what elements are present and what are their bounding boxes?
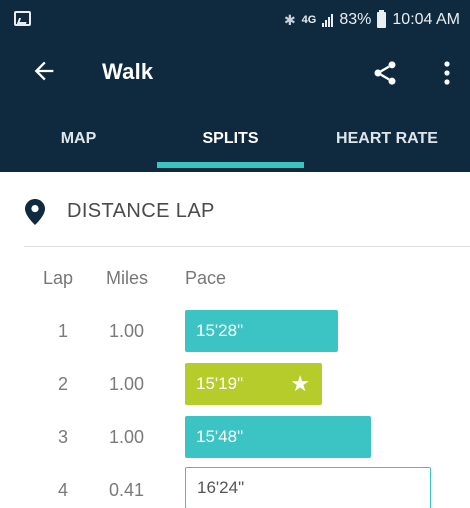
- lap-miles: 1.00: [109, 427, 145, 447]
- pace-value: 15'28": [196, 321, 244, 340]
- battery-percent: 83%: [339, 11, 372, 28]
- tab-heart-rate[interactable]: HEART RATE: [304, 106, 470, 172]
- clock: 10:04 AM: [392, 11, 460, 28]
- lap-miles: 1.00: [109, 321, 145, 341]
- divider: [24, 246, 470, 247]
- lap-miles: 1.00: [109, 374, 145, 394]
- lap-number: 2: [58, 374, 69, 394]
- pace-value: 16'24": [197, 478, 245, 497]
- lap-miles: 0.41: [109, 480, 145, 500]
- location-pin-icon: [25, 199, 45, 225]
- tab-map[interactable]: MAP: [0, 106, 157, 172]
- lap-number: 1: [58, 321, 69, 341]
- status-bar: ✱ 4G 83% 10:04 AM: [0, 0, 470, 40]
- signal-icon: [322, 13, 334, 27]
- pace-bar: 15'48": [185, 416, 371, 458]
- page-title: Walk: [102, 59, 154, 84]
- star-icon: ★: [290, 371, 310, 396]
- active-tab-indicator: [157, 162, 304, 168]
- pace-bar-best: 15'19" ★: [185, 363, 322, 405]
- lap-number: 3: [58, 427, 69, 447]
- distance-lap-section: DISTANCE LAP: [0, 172, 470, 247]
- app-bar: Walk: [0, 40, 470, 106]
- battery-icon: [377, 10, 387, 28]
- column-header-miles: Miles: [106, 268, 149, 288]
- share-icon[interactable]: [371, 59, 399, 87]
- back-arrow-icon[interactable]: [30, 57, 58, 85]
- pace-bar-partial: 16'24": [185, 467, 431, 508]
- section-title: DISTANCE LAP: [67, 200, 215, 222]
- lap-number: 4: [58, 480, 69, 500]
- status-bar-right: ✱ 4G 83% 10:04 AM: [284, 0, 460, 40]
- more-vert-icon[interactable]: [437, 60, 457, 86]
- column-header-pace: Pace: [185, 268, 227, 288]
- pace-bar: 15'28": [185, 310, 338, 352]
- image-icon: [14, 11, 31, 26]
- pace-value: 15'19": [196, 374, 244, 393]
- bluetooth-icon: ✱: [283, 11, 296, 28]
- column-header-lap: Lap: [43, 268, 74, 288]
- pace-value: 15'48": [196, 427, 244, 446]
- network-type: 4G: [301, 14, 317, 26]
